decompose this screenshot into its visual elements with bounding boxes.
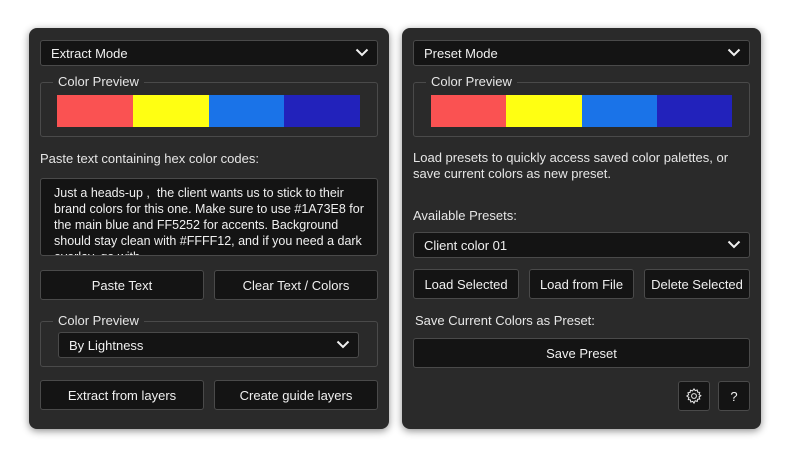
save-preset-button[interactable]: Save Preset bbox=[413, 338, 750, 368]
chevron-down-icon bbox=[727, 240, 741, 249]
sort-select-value: By Lightness bbox=[69, 337, 144, 353]
mode-select-value: Preset Mode bbox=[424, 45, 498, 61]
preset-panel: Preset Mode Color Preview Load presets t… bbox=[402, 28, 761, 429]
chevron-down-icon bbox=[355, 48, 369, 57]
preset-description: Load presets to quickly access saved col… bbox=[413, 150, 729, 181]
mode-select[interactable]: Preset Mode bbox=[413, 40, 750, 66]
extract-panel: Extract Mode Color Preview Paste text co… bbox=[29, 28, 389, 429]
sort-group: Color Preview By Lightness bbox=[40, 313, 378, 367]
create-guide-layers-button[interactable]: Create guide layers bbox=[214, 380, 378, 410]
preset-select[interactable]: Client color 01 bbox=[413, 232, 750, 258]
available-presets-label: Available Presets: bbox=[413, 208, 517, 223]
color-swatch bbox=[506, 95, 582, 127]
color-swatch bbox=[656, 95, 732, 127]
color-swatch bbox=[581, 95, 657, 127]
gear-icon bbox=[685, 387, 702, 405]
color-swatches bbox=[57, 95, 360, 127]
clear-text-button[interactable]: Clear Text / Colors bbox=[214, 270, 378, 300]
chevron-down-icon bbox=[727, 48, 741, 57]
load-selected-button[interactable]: Load Selected bbox=[413, 269, 519, 299]
preset-select-value: Client color 01 bbox=[424, 237, 508, 253]
save-preset-label: Save Current Colors as Preset: bbox=[415, 313, 595, 328]
sort-group-label: Color Preview bbox=[53, 313, 144, 329]
settings-button[interactable] bbox=[678, 381, 710, 411]
load-from-file-button[interactable]: Load from File bbox=[529, 269, 634, 299]
sort-select[interactable]: By Lightness bbox=[58, 332, 359, 358]
mode-select[interactable]: Extract Mode bbox=[40, 40, 378, 66]
help-button[interactable]: ? bbox=[718, 381, 750, 411]
color-swatch bbox=[284, 95, 360, 127]
hex-text-area[interactable]: Just a heads-up , the client wants us to… bbox=[40, 178, 378, 256]
mode-select-value: Extract Mode bbox=[51, 45, 128, 61]
color-swatches bbox=[431, 95, 732, 127]
color-swatch bbox=[431, 95, 507, 127]
color-swatch bbox=[208, 95, 285, 127]
color-swatch bbox=[132, 95, 209, 127]
color-preview-label: Color Preview bbox=[53, 74, 144, 90]
extract-from-layers-button[interactable]: Extract from layers bbox=[40, 380, 204, 410]
delete-selected-button[interactable]: Delete Selected bbox=[644, 269, 750, 299]
paste-label: Paste text containing hex color codes: bbox=[40, 151, 259, 166]
color-swatch bbox=[57, 95, 133, 127]
paste-text-button[interactable]: Paste Text bbox=[40, 270, 204, 300]
color-preview-label: Color Preview bbox=[426, 74, 517, 90]
color-preview-group: Color Preview bbox=[413, 74, 750, 137]
color-preview-group: Color Preview bbox=[40, 74, 378, 137]
chevron-down-icon bbox=[336, 340, 350, 349]
